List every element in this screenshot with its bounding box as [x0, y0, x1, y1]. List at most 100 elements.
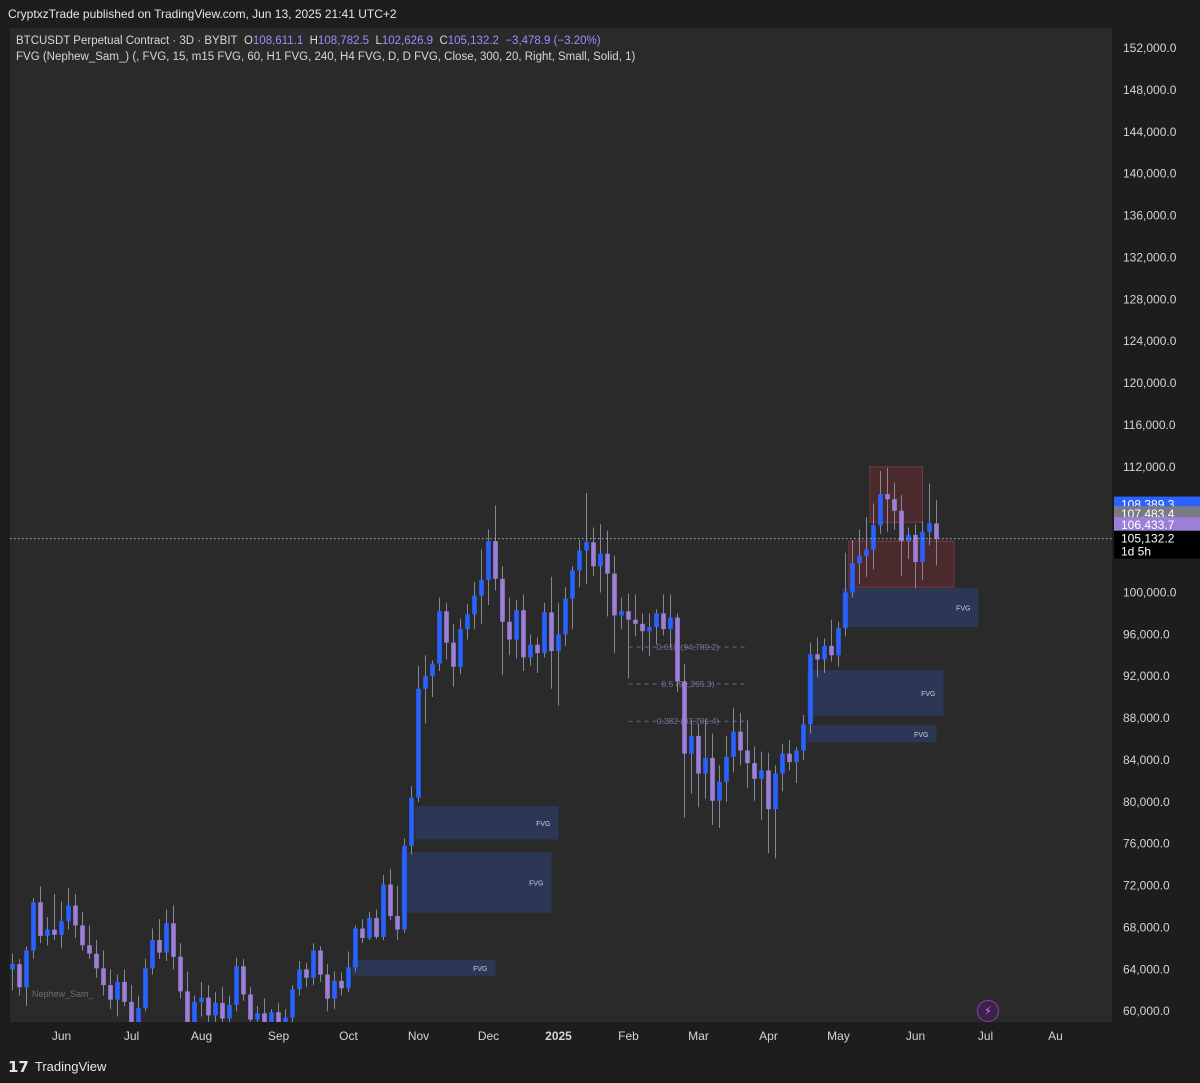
- open-label: O: [243, 35, 253, 47]
- candle: [59, 901, 64, 949]
- candle-body: [843, 592, 848, 629]
- candle: [724, 735, 729, 802]
- candle: [570, 566, 575, 630]
- candle-body: [675, 617, 680, 682]
- ohlc-legend: BTCUSDT Perpetual Contract · 3D · BYBIT …: [16, 33, 635, 49]
- candle-body: [409, 797, 414, 846]
- price-tick-label: 128,000.0: [1123, 292, 1177, 306]
- candle-body: [626, 611, 631, 620]
- candle-body: [689, 735, 694, 754]
- candle-body: [759, 770, 764, 779]
- candle: [17, 958, 22, 996]
- candle: [619, 597, 624, 630]
- candle-body: [808, 654, 813, 725]
- candle: [143, 958, 148, 1012]
- candle-body: [381, 884, 386, 937]
- price-tick-label: 84,000.0: [1123, 753, 1170, 767]
- price-tick-label: 140,000.0: [1123, 167, 1177, 181]
- candle-body: [122, 981, 127, 1002]
- candle-body: [73, 905, 78, 926]
- candle-body: [556, 634, 561, 652]
- candle-body: [549, 612, 554, 652]
- price-tick-label: 96,000.0: [1123, 627, 1170, 641]
- price-tick-label: 100,000.0: [1123, 585, 1177, 599]
- candle-body: [640, 623, 645, 632]
- candle-body: [927, 523, 932, 532]
- candle: [94, 940, 99, 978]
- price-tick-label: 120,000.0: [1123, 376, 1177, 390]
- price-axis[interactable]: 60,000.0 64,000.0 68,000.0 72,000.0 76,000.0…: [1112, 28, 1200, 1022]
- candle: [87, 925, 92, 959]
- candle-body: [108, 985, 113, 1000]
- candle: [612, 555, 617, 654]
- candle-body: [668, 617, 673, 630]
- candle: [367, 911, 372, 941]
- candle: [332, 971, 337, 1010]
- time-axis-labels: Jun Jul Aug Sep Oct Nov Dec 2025 Feb Mar Apr May Jun…: [52, 1029, 1063, 1043]
- candle-body: [241, 966, 246, 995]
- candle-body: [570, 570, 575, 599]
- candle-body: [717, 781, 722, 801]
- candle-body: [206, 997, 211, 1016]
- candle: [654, 609, 659, 645]
- candle: [479, 549, 484, 624]
- candle: [605, 530, 610, 617]
- candle: [122, 969, 127, 1007]
- candle: [717, 765, 722, 829]
- candle-body: [794, 750, 799, 763]
- open-value: 108,611.1: [252, 35, 304, 47]
- candle-body: [822, 645, 827, 660]
- candle-body: [878, 494, 883, 526]
- candle-body: [59, 921, 64, 935]
- price-tag: 106,433.7: [1114, 517, 1200, 534]
- candle: [66, 887, 71, 930]
- candle: [794, 747, 799, 783]
- candle-body: [654, 613, 659, 627]
- candle: [689, 720, 694, 794]
- lightning-icon[interactable]: ⚡: [977, 1000, 999, 1022]
- candlestick-chart[interactable]: FVG FVG FVG FVG FVG FVG 0.618 (94,789.2) 0.5 (9…: [10, 28, 1112, 1022]
- candle-body: [17, 964, 22, 988]
- chart-pane[interactable]: FVG FVG FVG FVG FVG FVG 0.618 (94,789.2) 0.5 (9…: [10, 28, 1112, 1022]
- candle-body: [724, 756, 729, 782]
- candle-body: [801, 724, 806, 751]
- candle-body: [66, 905, 71, 922]
- candle: [451, 623, 456, 687]
- candle: [780, 744, 785, 792]
- candle-body: [248, 994, 253, 1020]
- candle: [304, 963, 309, 988]
- candle-body: [367, 918, 372, 938]
- change-value: −3,478.9 (−3.20%): [505, 35, 601, 47]
- symbol-title[interactable]: BTCUSDT Perpetual Contract · 3D · BYBIT: [16, 35, 238, 47]
- candle: [388, 868, 393, 921]
- candle-body: [780, 753, 785, 774]
- candle: [206, 985, 211, 1022]
- price-tag: 105,132.21d 5h: [1114, 530, 1200, 559]
- candle: [668, 594, 673, 647]
- candle-body: [388, 884, 393, 916]
- time-axis[interactable]: Jun Jul Aug Sep Oct Nov Dec 2025 Feb Mar Apr May Jun…: [10, 1022, 1112, 1050]
- candle-body: [234, 966, 239, 1005]
- candle-body: [31, 902, 36, 951]
- candle: [843, 552, 848, 637]
- candle-body: [136, 1008, 141, 1022]
- candle-body: [213, 1002, 218, 1016]
- price-tick-label: 112,000.0: [1123, 460, 1176, 474]
- indicator-legend[interactable]: FVG (Nephew_Sam_) (, FVG, 15, m15 FVG, 6…: [16, 49, 635, 65]
- candle-body: [115, 981, 120, 1000]
- candle: [752, 746, 757, 801]
- candle: [290, 985, 295, 1022]
- candle: [395, 885, 400, 941]
- candle: [549, 576, 554, 689]
- candle-body: [227, 1004, 232, 1019]
- candle-body: [906, 534, 911, 542]
- tradingview-logo-icon: 17: [8, 1057, 29, 1076]
- candle-body: [178, 956, 183, 992]
- candle-body: [395, 915, 400, 930]
- close-value: 105,132.2: [447, 35, 499, 47]
- chart-legend: BTCUSDT Perpetual Contract · 3D · BYBIT …: [16, 33, 635, 65]
- price-tick-label: 152,000.0: [1123, 41, 1177, 55]
- candle-body: [444, 611, 449, 643]
- brand-name[interactable]: TradingView: [35, 1059, 107, 1074]
- candle: [353, 925, 358, 972]
